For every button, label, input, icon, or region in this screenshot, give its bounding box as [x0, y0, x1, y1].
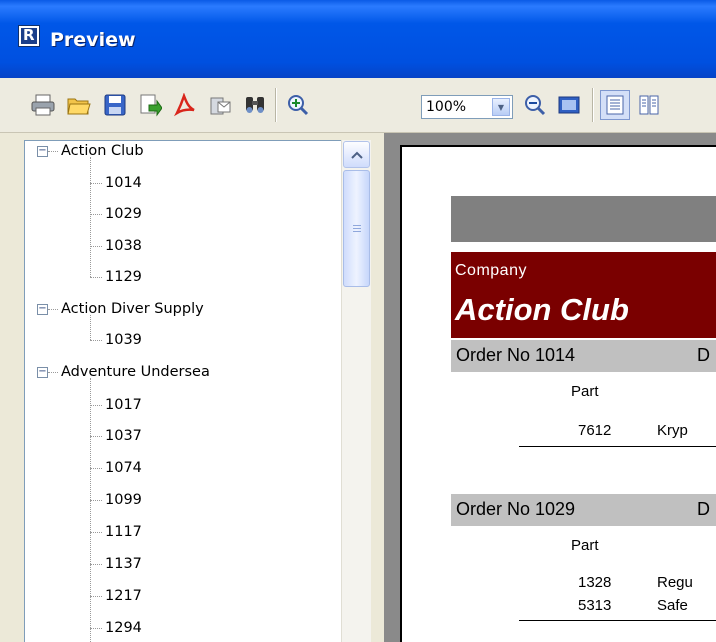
- window-title: Preview: [50, 29, 136, 51]
- save-icon: [104, 94, 126, 116]
- tree-connector: [90, 468, 102, 469]
- find-button[interactable]: [240, 90, 270, 120]
- tree-item[interactable]: 1038: [105, 233, 142, 259]
- order-number: Order No 1029: [456, 499, 576, 519]
- tree-connector: [90, 183, 102, 184]
- grip-line: [353, 228, 361, 229]
- order-date-label: D: [697, 345, 710, 365]
- zoom-value: 100%: [426, 99, 467, 115]
- open-icon: [67, 98, 91, 115]
- single-page-button[interactable]: [600, 90, 630, 120]
- scroll-thumb[interactable]: [343, 170, 370, 287]
- scroll-up-button[interactable]: [343, 141, 370, 168]
- toolbar: 100% ▼: [0, 78, 716, 133]
- tree-item[interactable]: 1129: [105, 264, 142, 290]
- part-description: Safe: [657, 597, 688, 614]
- tree-item[interactable]: 1099: [105, 487, 142, 513]
- tree-group-adventure-undersea[interactable]: Adventure Undersea: [61, 359, 210, 385]
- row-rule: [519, 446, 716, 447]
- find-icon: [246, 97, 264, 113]
- tree-item[interactable]: 1017: [105, 392, 142, 418]
- export-icon: [140, 94, 162, 117]
- tree-connector: [48, 372, 58, 373]
- print-button[interactable]: [28, 90, 58, 120]
- tree-item[interactable]: 1217: [105, 583, 142, 609]
- tree-connector: [90, 214, 102, 215]
- collapse-icon[interactable]: −: [37, 304, 48, 315]
- tree-connector: [90, 246, 102, 247]
- chevron-down-icon[interactable]: ▼: [492, 98, 510, 116]
- tree-group-action-diver-supply[interactable]: Action Diver Supply: [61, 296, 204, 322]
- tree-group-action-club[interactable]: Action Club: [61, 138, 144, 164]
- tree-connector: [90, 157, 91, 277]
- single-page-icon: [606, 95, 624, 115]
- fullscreen-button[interactable]: [554, 90, 584, 120]
- export-button[interactable]: [135, 90, 165, 120]
- open-button[interactable]: [64, 90, 94, 120]
- tree-connector: [90, 277, 102, 278]
- toolbar-separator: [275, 88, 277, 122]
- zoom-out-button[interactable]: [520, 90, 550, 120]
- company-name: Action Club: [455, 292, 629, 327]
- zoom-out-icon: [525, 95, 546, 116]
- zoom-in-button[interactable]: [283, 90, 313, 120]
- outline-tree[interactable]: [24, 140, 371, 642]
- collapse-icon[interactable]: −: [37, 146, 48, 157]
- tree-item[interactable]: 1029: [105, 201, 142, 227]
- tree-connector: [90, 315, 91, 340]
- chevron-up-icon: [350, 151, 363, 159]
- app-icon-letter: R: [23, 26, 35, 44]
- pdf-button[interactable]: [170, 90, 200, 120]
- fullscreen-icon: [558, 96, 580, 114]
- tree-item[interactable]: 1037: [105, 423, 142, 449]
- title-bar[interactable]: R Preview: [0, 0, 716, 78]
- email-button[interactable]: [205, 90, 235, 120]
- row-rule: [519, 620, 716, 621]
- print-icon: [31, 94, 55, 116]
- order-number: Order No 1014: [456, 345, 576, 365]
- multi-page-button[interactable]: [634, 90, 664, 120]
- tree-connector: [90, 564, 102, 565]
- collapse-icon[interactable]: −: [37, 367, 48, 378]
- zoom-in-icon: [288, 95, 309, 116]
- tree-scrollbar[interactable]: [341, 140, 371, 642]
- part-number: 5313: [578, 597, 612, 614]
- multi-page-icon: [639, 95, 659, 115]
- tree-connector: [48, 151, 58, 152]
- email-icon: [210, 97, 231, 115]
- save-button[interactable]: [100, 90, 130, 120]
- tree-item[interactable]: 1294: [105, 615, 142, 641]
- app-icon: R: [18, 25, 40, 47]
- tree-item[interactable]: 1137: [105, 551, 142, 577]
- tree-item[interactable]: 1039: [105, 327, 142, 353]
- part-number: 1328: [578, 574, 612, 591]
- grip-line: [353, 231, 361, 232]
- tree-connector: [90, 500, 102, 501]
- tree-connector: [90, 405, 102, 406]
- company-label: Company: [455, 262, 527, 279]
- pdf-icon: [173, 93, 195, 117]
- part-number: 7612: [578, 422, 612, 439]
- tree-connector: [90, 532, 102, 533]
- zoom-select[interactable]: 100% ▼: [421, 95, 513, 119]
- toolbar-separator: [592, 88, 594, 122]
- tree-connector: [90, 436, 102, 437]
- tree-item[interactable]: 1074: [105, 455, 142, 481]
- order-date-label: D: [697, 499, 710, 519]
- tree-item[interactable]: 1117: [105, 519, 142, 545]
- tree-connector: [90, 378, 91, 642]
- part-header: Part: [571, 537, 599, 554]
- tree-connector: [48, 309, 58, 310]
- tree-connector: [90, 596, 102, 597]
- tree-item[interactable]: 1014: [105, 170, 142, 196]
- part-description: Regu: [657, 574, 693, 591]
- part-header: Part: [571, 383, 599, 400]
- report-header-bar: [451, 196, 716, 242]
- tree-connector: [90, 628, 102, 629]
- part-description: Kryp: [657, 422, 688, 439]
- grip-line: [353, 225, 361, 226]
- tree-connector: [90, 340, 102, 341]
